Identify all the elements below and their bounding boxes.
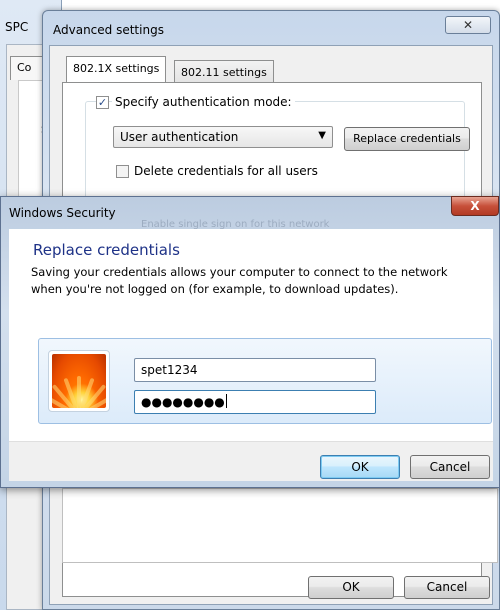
background-window-title: SPC: [5, 20, 29, 34]
delete-credentials-label: Delete credentials for all users: [134, 164, 318, 178]
user-account-picture: [48, 350, 110, 412]
replace-credentials-heading: Replace credentials: [33, 241, 180, 259]
password-value: ●●●●●●●●: [141, 395, 225, 409]
description-line-2: when you're not logged on (for example, …: [31, 282, 399, 296]
auth-mode-select[interactable]: User authentication ▼: [113, 126, 333, 148]
description-line-1: Saving your credentials allows your comp…: [31, 265, 448, 279]
advanced-cancel-button[interactable]: Cancel: [404, 576, 490, 599]
replace-credentials-button[interactable]: Replace credentials: [344, 127, 470, 151]
security-cancel-button[interactable]: Cancel: [410, 455, 490, 479]
windows-security-title: Windows Security: [9, 206, 116, 220]
close-icon: X: [470, 199, 480, 213]
checkmark-icon: ✓: [97, 96, 108, 109]
advanced-settings-title: Advanced settings: [53, 23, 164, 37]
specify-auth-label: Specify authentication mode:: [112, 95, 295, 109]
text-caret: [225, 394, 227, 408]
username-field[interactable]: spet1234: [134, 358, 376, 382]
specify-auth-checkbox[interactable]: ✓: [96, 96, 109, 109]
security-ok-button[interactable]: OK: [320, 455, 400, 479]
tab-80211-settings[interactable]: 802.11 settings: [174, 60, 274, 84]
tab-8021x-settings[interactable]: 802.1X settings: [66, 56, 167, 82]
dropdown-arrow-icon: ▼: [318, 130, 326, 141]
advanced-ok-button[interactable]: OK: [308, 576, 394, 599]
windows-security-close-button[interactable]: X: [451, 196, 499, 216]
advanced-settings-lower-box: [62, 488, 498, 563]
close-icon: ✕: [462, 18, 474, 32]
auth-mode-value: User authentication: [120, 130, 239, 144]
password-field[interactable]: ●●●●●●●●: [134, 390, 376, 414]
advanced-settings-close-button[interactable]: ✕: [445, 16, 491, 34]
delete-credentials-checkbox[interactable]: [116, 165, 129, 178]
username-value: spet1234: [141, 363, 198, 377]
flower-picture-icon: [52, 354, 106, 408]
